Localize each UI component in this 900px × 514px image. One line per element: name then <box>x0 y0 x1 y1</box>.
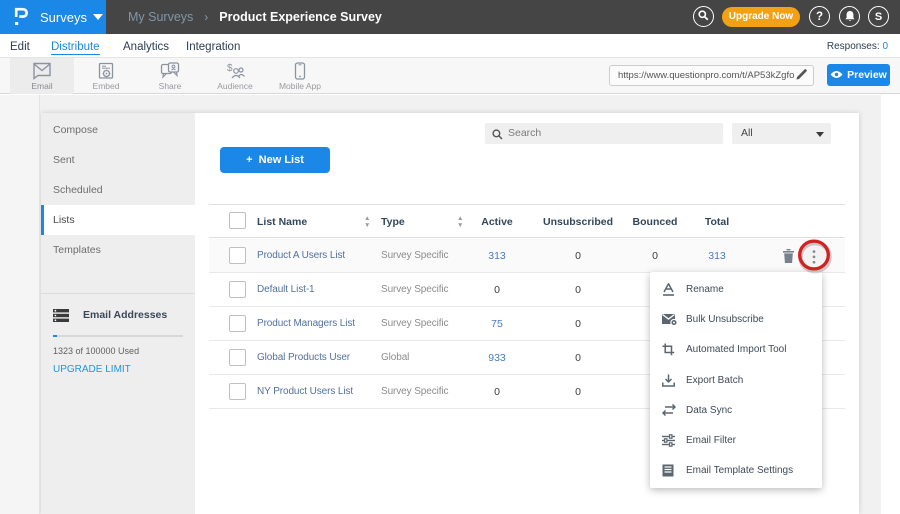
svg-text:$: $ <box>227 63 233 74</box>
